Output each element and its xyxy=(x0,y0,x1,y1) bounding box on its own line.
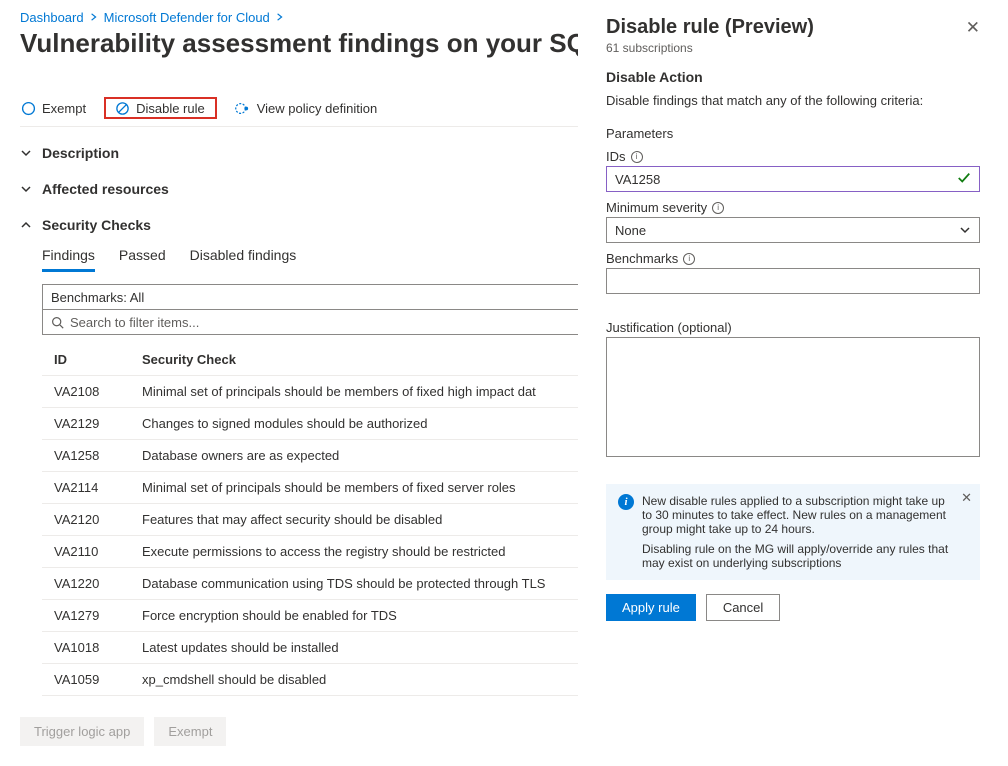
chevron-down-icon xyxy=(959,224,971,239)
info-icon: i xyxy=(618,494,634,510)
disable-action-heading: Disable Action xyxy=(606,69,980,85)
panel-header: Disable rule (Preview) ✕ xyxy=(606,16,980,39)
tab-passed[interactable]: Passed xyxy=(119,247,166,272)
panel-title: Disable rule (Preview) xyxy=(606,16,814,39)
cell-id: VA2120 xyxy=(42,504,142,536)
breadcrumb-dashboard[interactable]: Dashboard xyxy=(20,10,84,25)
view-policy-label: View policy definition xyxy=(257,101,377,116)
apply-rule-button[interactable]: Apply rule xyxy=(606,594,696,621)
cell-id: VA2129 xyxy=(42,408,142,440)
disable-rule-label: Disable rule xyxy=(136,101,205,116)
view-policy-button[interactable]: View policy definition xyxy=(235,97,377,119)
trigger-logic-app-button[interactable]: Trigger logic app xyxy=(20,717,144,746)
min-severity-label: Minimum severity i xyxy=(606,200,980,215)
notice-line1: New disable rules applied to a subscript… xyxy=(642,494,952,536)
ids-label-text: IDs xyxy=(606,149,626,164)
ids-input[interactable]: VA1258 xyxy=(606,166,980,192)
search-icon xyxy=(51,316,64,329)
search-placeholder: Search to filter items... xyxy=(70,315,199,330)
section-security-checks-label: Security Checks xyxy=(42,217,151,233)
info-icon[interactable]: i xyxy=(631,151,643,163)
benchmarks-label: Benchmarks i xyxy=(606,251,980,266)
chevron-down-icon xyxy=(20,183,32,195)
notice-line2: Disabling rule on the MG will apply/over… xyxy=(642,542,952,570)
justification-label: Justification (optional) xyxy=(606,320,980,335)
chevron-right-icon xyxy=(276,13,284,21)
ids-label: IDs i xyxy=(606,149,980,164)
cell-id: VA2114 xyxy=(42,472,142,504)
prohibit-icon xyxy=(114,100,130,116)
dismiss-icon[interactable]: ✕ xyxy=(961,490,972,506)
ids-value: VA1258 xyxy=(615,172,660,187)
cell-id: VA1059 xyxy=(42,664,142,696)
exempt-label: Exempt xyxy=(42,101,86,116)
chevron-up-icon xyxy=(20,219,32,231)
panel-actions: Apply rule Cancel xyxy=(606,594,980,621)
cancel-button[interactable]: Cancel xyxy=(706,594,780,621)
parameters-label: Parameters xyxy=(606,126,980,141)
info-icon[interactable]: i xyxy=(683,253,695,265)
benchmarks-input[interactable] xyxy=(606,268,980,294)
tab-findings[interactable]: Findings xyxy=(42,247,95,272)
benchmarks-filter-label: Benchmarks: All xyxy=(51,290,144,305)
close-icon[interactable]: ✕ xyxy=(966,18,980,38)
cell-id: VA2108 xyxy=(42,376,142,408)
min-severity-label-text: Minimum severity xyxy=(606,200,707,215)
cell-id: VA1220 xyxy=(42,568,142,600)
section-description-label: Description xyxy=(42,145,119,161)
section-affected-label: Affected resources xyxy=(42,181,169,197)
benchmarks-label-text: Benchmarks xyxy=(606,251,678,266)
min-severity-value: None xyxy=(615,223,646,238)
justification-textarea[interactable] xyxy=(606,337,980,457)
disable-rule-panel: Disable rule (Preview) ✕ 61 subscription… xyxy=(578,0,1008,766)
cell-id: VA1279 xyxy=(42,600,142,632)
exempt-bottom-button[interactable]: Exempt xyxy=(154,717,226,746)
cell-id: VA1018 xyxy=(42,632,142,664)
info-icon[interactable]: i xyxy=(712,202,724,214)
notice-banner: i New disable rules applied to a subscri… xyxy=(606,484,980,580)
min-severity-select[interactable]: None xyxy=(606,217,980,243)
panel-subscriptions: 61 subscriptions xyxy=(606,41,980,55)
breadcrumb-defender[interactable]: Microsoft Defender for Cloud xyxy=(104,10,270,25)
disable-action-desc: Disable findings that match any of the f… xyxy=(606,93,980,108)
chevron-down-icon xyxy=(20,147,32,159)
exempt-button[interactable]: Exempt xyxy=(20,97,86,119)
chevron-right-icon xyxy=(90,13,98,21)
cell-id: VA1258 xyxy=(42,440,142,472)
policy-icon xyxy=(235,100,251,116)
col-id[interactable]: ID xyxy=(42,344,142,376)
check-icon xyxy=(957,171,971,188)
tab-disabled-findings[interactable]: Disabled findings xyxy=(190,247,297,272)
disable-rule-button[interactable]: Disable rule xyxy=(104,97,217,119)
cell-id: VA2110 xyxy=(42,536,142,568)
exempt-icon xyxy=(20,100,36,116)
